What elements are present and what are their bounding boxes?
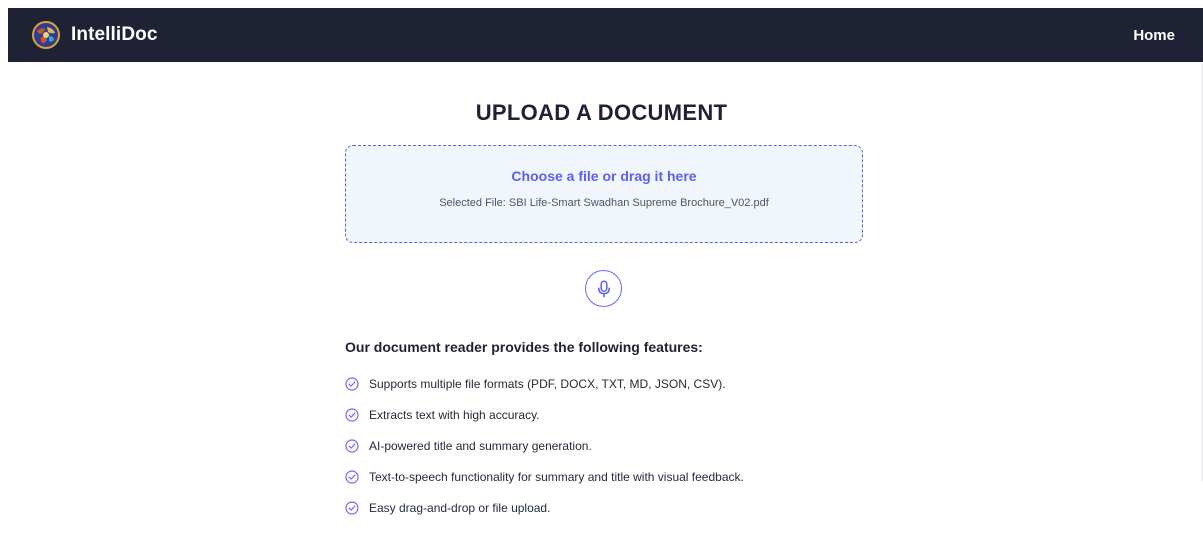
brand[interactable]: IntelliDoc <box>32 21 158 49</box>
feature-item: Text-to-speech functionality for summary… <box>345 468 744 486</box>
feature-text: Extracts text with high accuracy. <box>369 408 540 422</box>
dropzone-label[interactable]: Choose a file or drag it here <box>346 168 862 184</box>
selected-file-text: Selected File: SBI Life-Smart Swadhan Su… <box>439 197 769 209</box>
check-circle-icon <box>345 501 359 515</box>
brand-name: IntelliDoc <box>71 24 158 45</box>
file-dropzone[interactable]: Choose a file or drag it here Selected F… <box>345 145 863 243</box>
nav-home-link[interactable]: Home <box>1133 27 1175 44</box>
feature-text: Text-to-speech functionality for summary… <box>369 470 744 484</box>
microphone-button[interactable] <box>585 270 622 307</box>
features-heading: Our document reader provides the followi… <box>345 339 703 355</box>
microphone-icon <box>597 279 610 297</box>
feature-text: AI-powered title and summary generation. <box>369 439 592 453</box>
feature-item: Supports multiple file formats (PDF, DOC… <box>345 375 744 393</box>
check-circle-icon <box>345 408 359 422</box>
feature-item: Easy drag-and-drop or file upload. <box>345 499 744 517</box>
check-circle-icon <box>345 377 359 391</box>
check-circle-icon <box>345 439 359 453</box>
feature-item: AI-powered title and summary generation. <box>345 437 744 455</box>
feature-text: Easy drag-and-drop or file upload. <box>369 501 551 515</box>
features-list: Supports multiple file formats (PDF, DOC… <box>345 375 744 530</box>
feature-text: Supports multiple file formats (PDF, DOC… <box>369 377 726 391</box>
feature-item: Extracts text with high accuracy. <box>345 406 744 424</box>
page-title: UPLOAD A DOCUMENT <box>475 100 728 125</box>
navbar: IntelliDoc Home <box>8 8 1203 62</box>
globe-logo-icon <box>32 21 60 49</box>
check-circle-icon <box>345 470 359 484</box>
